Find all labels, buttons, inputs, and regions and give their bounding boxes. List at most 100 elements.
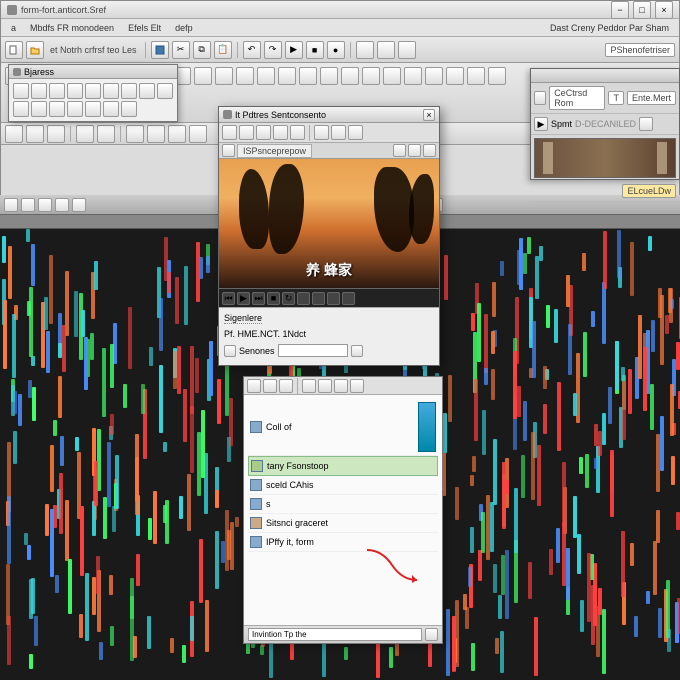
layer-item[interactable]: s	[248, 495, 438, 514]
menu-item-4[interactable]: Dast Creny Peddor Par Sham	[544, 21, 675, 35]
footer-button[interactable]	[425, 628, 438, 641]
grid-tool-icon[interactable]	[404, 67, 422, 85]
row3-tool-icon[interactable]	[97, 125, 115, 143]
lw-tool-icon[interactable]	[302, 379, 316, 393]
track-tool-icon[interactable]	[4, 198, 18, 212]
palette-tool-icon[interactable]	[85, 101, 101, 117]
lw-tool-icon[interactable]	[318, 379, 332, 393]
palette-tool-icon[interactable]	[67, 101, 83, 117]
row3-tool-icon[interactable]	[147, 125, 165, 143]
grid-tool-icon[interactable]	[278, 67, 296, 85]
tool-redo-icon[interactable]: ↷	[264, 41, 282, 59]
tool-new-icon[interactable]	[5, 41, 23, 59]
layer-item[interactable]: sceld CAhis	[248, 476, 438, 495]
tool-cut-icon[interactable]: ✂	[172, 41, 190, 59]
tool-undo-icon[interactable]: ↶	[243, 41, 261, 59]
rp-icon[interactable]	[534, 91, 546, 105]
grid-tool-icon[interactable]	[257, 67, 275, 85]
close-button[interactable]: ×	[655, 1, 673, 19]
row3-tool-icon[interactable]	[26, 125, 44, 143]
menu-item-3[interactable]: defp	[169, 21, 199, 35]
palette-tool-icon[interactable]	[157, 83, 173, 99]
grid-tool-icon[interactable]	[467, 67, 485, 85]
transport-prev-icon[interactable]: ⏮	[222, 292, 235, 305]
transport-next-icon[interactable]: ⏭	[252, 292, 265, 305]
field-button[interactable]	[351, 345, 363, 357]
tab-tool-icon[interactable]	[393, 144, 406, 157]
pv-tool-icon[interactable]	[290, 125, 305, 140]
menu-item-1[interactable]: Mbdfs FR monodeen	[24, 21, 120, 35]
grid-tool-icon[interactable]	[362, 67, 380, 85]
row3-tool-icon[interactable]	[168, 125, 186, 143]
transport-loop-icon[interactable]: ↻	[282, 292, 295, 305]
track-tool-icon[interactable]	[55, 198, 69, 212]
preview-close-button[interactable]: ×	[423, 109, 435, 121]
footer-input[interactable]	[248, 628, 422, 641]
rp-chip[interactable]: CeCtrsd Rom	[549, 86, 605, 110]
layers-window[interactable]: Coll of tany Fsonstoop sceld CAhis s Sit…	[243, 376, 443, 644]
preview-tab[interactable]: ISPsnceprepow	[237, 144, 312, 158]
grid-tool-icon[interactable]	[446, 67, 464, 85]
pv-tool-icon[interactable]	[273, 125, 288, 140]
lw-tool-icon[interactable]	[279, 379, 293, 393]
tool-a-icon[interactable]	[356, 41, 374, 59]
toolbar-chip[interactable]: PShenofetriser	[605, 43, 675, 57]
tool-c-icon[interactable]	[398, 41, 416, 59]
right-panel-title[interactable]	[531, 69, 679, 83]
layer-item[interactable]: Coll of	[248, 399, 438, 456]
browser-titlebar[interactable]: Bjaress	[9, 65, 177, 79]
thumbnail-strip[interactable]	[534, 138, 676, 178]
tool-record-icon[interactable]: ●	[327, 41, 345, 59]
row3-tool-icon[interactable]	[189, 125, 207, 143]
transport-tool-icon[interactable]	[312, 292, 325, 305]
right-panel[interactable]: CeCtrsd Rom T Ente.Mert ▶ Spmt D-DECANIL…	[530, 68, 680, 180]
tab-icon[interactable]	[222, 144, 235, 157]
transport-tool-icon[interactable]	[327, 292, 340, 305]
transport-stop-icon[interactable]: ■	[267, 292, 280, 305]
palette-tool-icon[interactable]	[49, 83, 65, 99]
pv-tool-icon[interactable]	[314, 125, 329, 140]
palette-tool-icon[interactable]	[31, 101, 47, 117]
tool-b-icon[interactable]	[377, 41, 395, 59]
layer-item-selected[interactable]: tany Fsonstoop	[248, 456, 438, 476]
lw-tool-icon[interactable]	[334, 379, 348, 393]
minimize-button[interactable]: −	[611, 1, 629, 19]
preview-titlebar[interactable]: It Pdtres Sentconsento ×	[219, 107, 439, 123]
rp-chip[interactable]: T	[608, 91, 624, 105]
lw-tool-icon[interactable]	[247, 379, 261, 393]
palette-tool-icon[interactable]	[121, 101, 137, 117]
transport-tool-icon[interactable]	[297, 292, 310, 305]
row3-tool-icon[interactable]	[76, 125, 94, 143]
tab-tool-icon[interactable]	[423, 144, 436, 157]
pv-tool-icon[interactable]	[222, 125, 237, 140]
grid-tool-icon[interactable]	[194, 67, 212, 85]
row3-tool-icon[interactable]	[5, 125, 23, 143]
tool-open-icon[interactable]	[26, 41, 44, 59]
palette-tool-icon[interactable]	[85, 83, 101, 99]
tool-play-icon[interactable]: ▶	[285, 41, 303, 59]
palette-tool-icon[interactable]	[49, 101, 65, 117]
tool-paste-icon[interactable]: 📋	[214, 41, 232, 59]
pv-tool-icon[interactable]	[331, 125, 346, 140]
pv-tool-icon[interactable]	[348, 125, 363, 140]
transport-play-icon[interactable]: ▶	[237, 292, 250, 305]
row3-tool-icon[interactable]	[47, 125, 65, 143]
grid-tool-icon[interactable]	[488, 67, 506, 85]
main-titlebar[interactable]: form-fort.anticort.Sref − □ ×	[1, 1, 679, 19]
lw-tool-icon[interactable]	[263, 379, 277, 393]
palette-tool-icon[interactable]	[67, 83, 83, 99]
video-preview[interactable]: 养 蜂家	[219, 159, 439, 289]
palette-tool-icon[interactable]	[103, 101, 119, 117]
transport-tool-icon[interactable]	[342, 292, 355, 305]
palette-tool-icon[interactable]	[121, 83, 137, 99]
tool-save-icon[interactable]	[151, 41, 169, 59]
rp-chip[interactable]: Ente.Mert	[627, 91, 676, 105]
palette-tool-icon[interactable]	[13, 101, 29, 117]
grid-tool-icon[interactable]	[215, 67, 233, 85]
rp-play-icon[interactable]: ▶	[534, 117, 548, 131]
grid-tool-icon[interactable]	[383, 67, 401, 85]
grid-tool-icon[interactable]	[299, 67, 317, 85]
field-icon[interactable]	[224, 345, 236, 357]
tool-copy-icon[interactable]: ⧉	[193, 41, 211, 59]
grid-tool-icon[interactable]	[320, 67, 338, 85]
